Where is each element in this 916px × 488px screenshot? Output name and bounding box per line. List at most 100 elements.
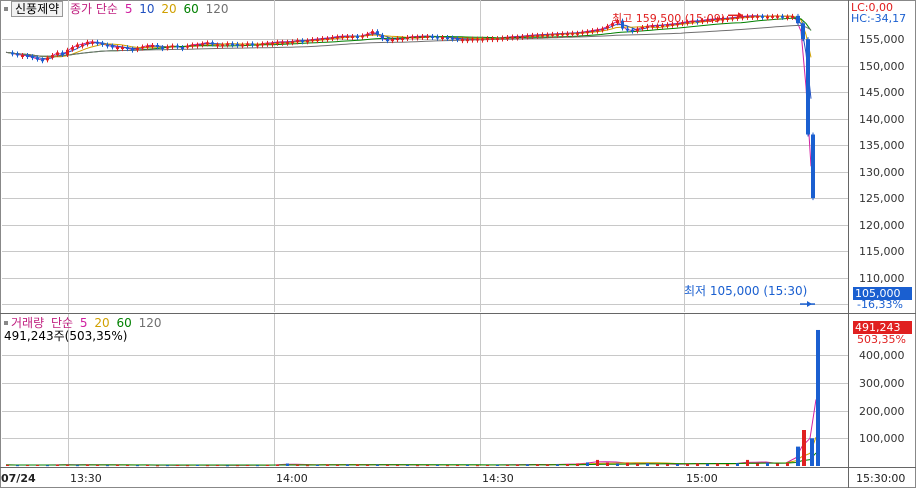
ma-period-60: 60	[183, 2, 199, 16]
price-candle	[496, 38, 499, 41]
current-price-change: -16,33%	[857, 298, 903, 311]
volume-bar	[756, 463, 759, 466]
price-candle	[196, 44, 199, 47]
price-candle	[156, 44, 159, 48]
price-candle	[136, 48, 139, 51]
volume-ma-line	[5, 452, 817, 466]
price-candle	[526, 35, 529, 38]
price-candle	[46, 57, 49, 61]
price-candle	[81, 44, 84, 47]
chart-grid	[0, 0, 916, 488]
volume-bar	[626, 462, 629, 466]
price-candle	[771, 15, 774, 18]
volume-bar	[26, 465, 29, 467]
price-legend: 신풍제약 종가 단순 5 10 20 60 120	[1, 1, 232, 17]
volume-bar	[416, 465, 419, 467]
volume-bar	[126, 465, 129, 467]
volume-bar	[556, 464, 559, 466]
price-candle	[336, 36, 339, 39]
volume-bar	[116, 464, 119, 466]
price-candle	[201, 43, 204, 46]
price-candle	[641, 26, 644, 29]
price-candle	[781, 15, 784, 18]
volume-bar	[566, 464, 569, 466]
volume-bar	[816, 329, 820, 466]
volume-bar	[586, 462, 589, 466]
price-candle	[71, 47, 74, 50]
vol-ma-period-60: 60	[116, 316, 132, 330]
volume-bar	[336, 464, 339, 466]
price-candle	[256, 44, 259, 47]
hc-indicator: HC:-34,17	[851, 12, 907, 25]
volume-tick-label: 400,000	[859, 348, 905, 362]
volume-bar	[636, 463, 639, 466]
volume-bar	[56, 464, 59, 466]
volume-bar	[236, 465, 239, 467]
price-candle	[311, 39, 314, 42]
price-candle	[296, 40, 299, 43]
volume-bar	[706, 463, 709, 466]
price-candle	[261, 43, 264, 46]
volume-bar	[476, 465, 479, 467]
panel-handle-icon[interactable]	[4, 6, 8, 11]
volume-bar	[156, 465, 159, 467]
price-candle	[141, 46, 144, 49]
volume-tick-label: 200,000	[859, 404, 905, 418]
volume-bar	[486, 465, 489, 467]
price-candle	[466, 39, 469, 42]
volume-bars	[6, 329, 820, 467]
price-candle	[251, 43, 254, 46]
volume-bar	[206, 465, 209, 467]
price-candle	[551, 33, 554, 36]
price-candle	[396, 38, 399, 41]
price-candle	[581, 31, 584, 34]
price-candle	[481, 38, 484, 41]
volume-bar	[186, 465, 189, 467]
price-candle	[766, 16, 769, 19]
volume-bar	[356, 464, 359, 466]
price-candle	[241, 44, 244, 47]
panel-handle-icon[interactable]	[4, 320, 8, 325]
volume-bar	[506, 464, 509, 466]
price-candle	[426, 35, 429, 38]
price-candle	[281, 41, 284, 44]
volume-ma-label: 단순	[50, 316, 74, 330]
price-tick-label: 110,000	[859, 271, 905, 285]
price-candle	[76, 44, 79, 48]
volume-bar	[516, 464, 519, 466]
low-arrow-head	[807, 301, 812, 308]
volume-bar	[576, 463, 579, 466]
price-candle	[266, 42, 269, 45]
price-candle	[181, 47, 184, 50]
price-candle	[36, 57, 39, 60]
price-candle	[221, 44, 224, 47]
price-candle	[556, 33, 559, 36]
price-tick-label: 120,000	[859, 218, 905, 232]
price-candle	[346, 35, 349, 38]
high-annotation: 최고 159,500 (15:09)	[612, 12, 726, 25]
stock-name[interactable]: 신풍제약	[11, 1, 64, 17]
price-candle	[211, 42, 214, 45]
volume-bar	[596, 459, 599, 466]
price-candle	[51, 55, 54, 58]
price-candle	[571, 32, 574, 35]
price-candle	[421, 35, 424, 38]
ma-period-10: 10	[139, 2, 155, 16]
price-candle	[31, 56, 34, 59]
volume-bar	[536, 464, 539, 466]
price-candle	[61, 52, 64, 56]
price-candle	[446, 37, 449, 40]
volume-bar	[136, 465, 139, 467]
price-candle	[341, 35, 344, 38]
volume-bar	[6, 464, 9, 466]
volume-bar	[802, 430, 806, 466]
price-candle	[356, 35, 359, 38]
price-candle	[626, 28, 629, 31]
low-annotation: 최저 105,000 (15:30)	[684, 284, 808, 298]
price-candle	[411, 36, 414, 39]
price-candle	[41, 59, 44, 62]
volume-bar	[216, 465, 219, 467]
price-candle	[351, 35, 354, 38]
price-candle	[216, 44, 219, 47]
price-candle	[661, 24, 664, 27]
